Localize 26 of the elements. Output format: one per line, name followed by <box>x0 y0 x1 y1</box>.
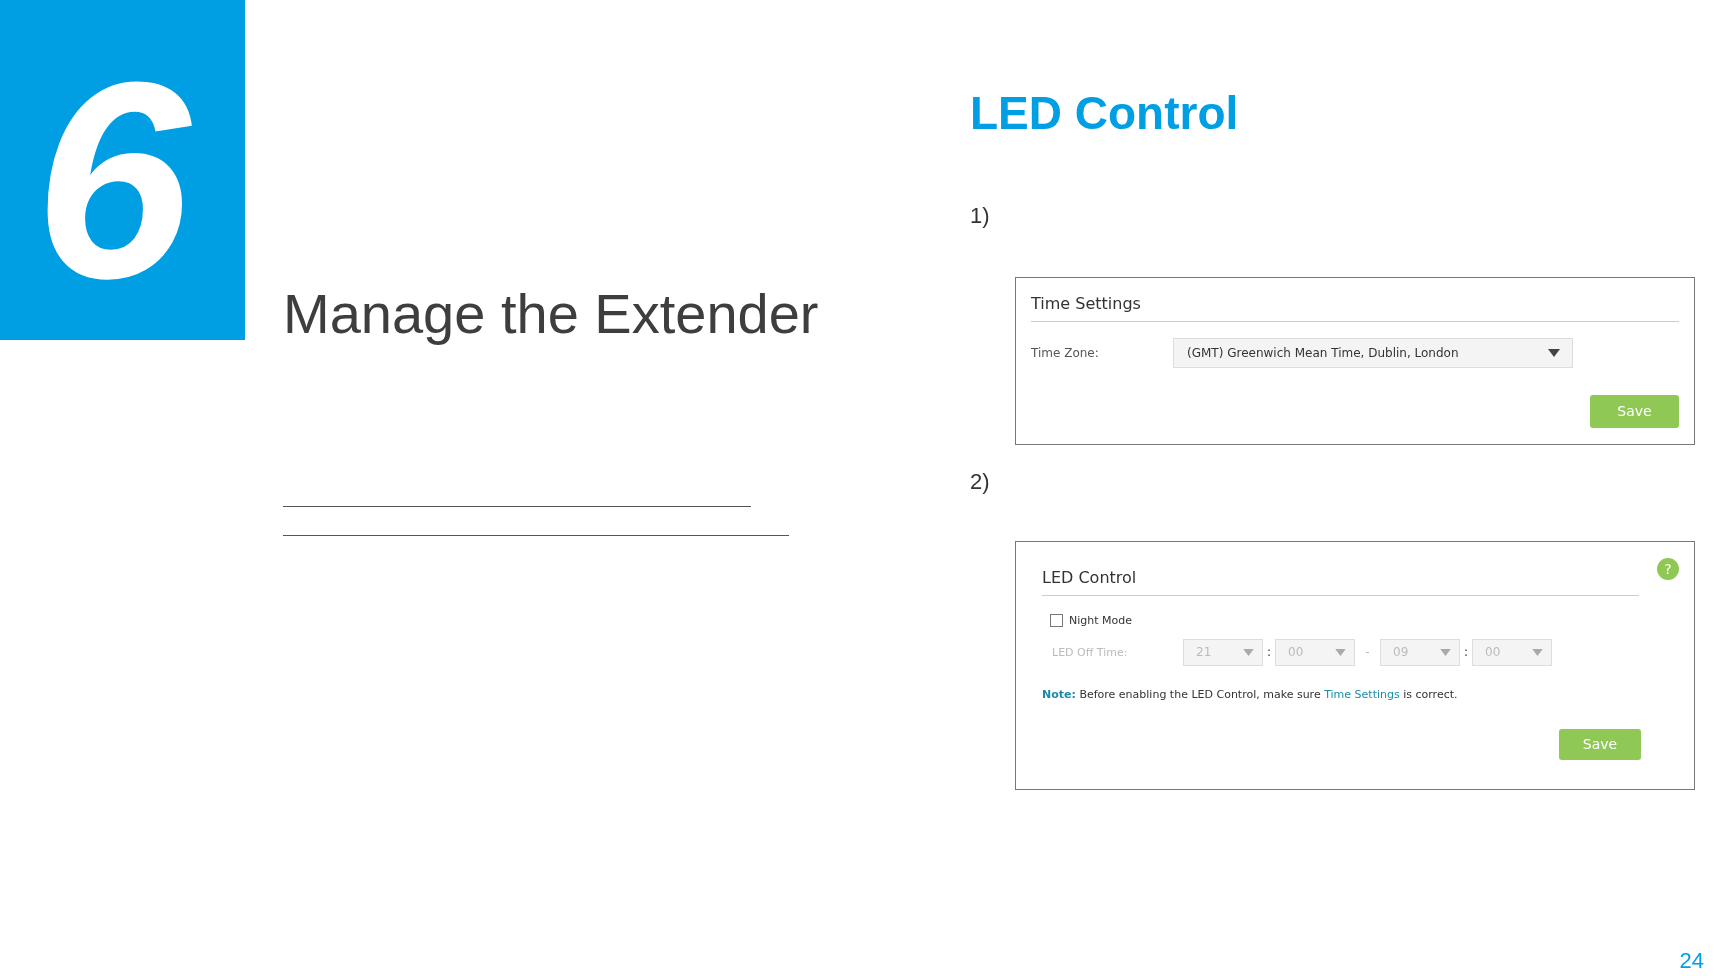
panel-title: Time Settings <box>1031 293 1679 322</box>
caret-icon <box>1243 648 1254 656</box>
chapter-title: Manage the Extender <box>283 281 819 346</box>
caret-icon <box>1440 648 1451 656</box>
section-title: LED Control <box>970 88 1240 139</box>
separator: - <box>1364 645 1371 660</box>
checkbox-label: Night Mode <box>1069 613 1133 627</box>
night-mode-checkbox[interactable] <box>1050 613 1063 627</box>
page-number: 24 <box>1679 948 1704 974</box>
save-button[interactable]: Save <box>1590 394 1679 428</box>
field-label: LED Off Time: <box>1052 645 1129 659</box>
caret-icon <box>1548 348 1560 357</box>
field-label: Time Zone: <box>1031 345 1100 360</box>
time-zone-dropdown[interactable]: (GMT) Greenwich Mean Time, Dublin, London <box>1173 337 1573 368</box>
chapter-number: 6 <box>34 40 191 320</box>
panel-title: LED Control <box>1042 567 1639 596</box>
step-number: 1) <box>970 202 990 229</box>
time-settings-link[interactable]: Time Settings <box>1324 687 1400 701</box>
help-icon[interactable]: ? <box>1657 557 1679 580</box>
caret-icon <box>1532 648 1543 656</box>
note-text: Note: Before enabling the LED Control, make sure Time Settings is correct. <box>1042 687 1459 701</box>
save-button[interactable]: Save <box>1559 728 1641 760</box>
caret-icon <box>1335 648 1346 656</box>
separator: : <box>1462 645 1469 660</box>
separator: : <box>1265 645 1272 660</box>
step-number: 2) <box>970 468 990 495</box>
